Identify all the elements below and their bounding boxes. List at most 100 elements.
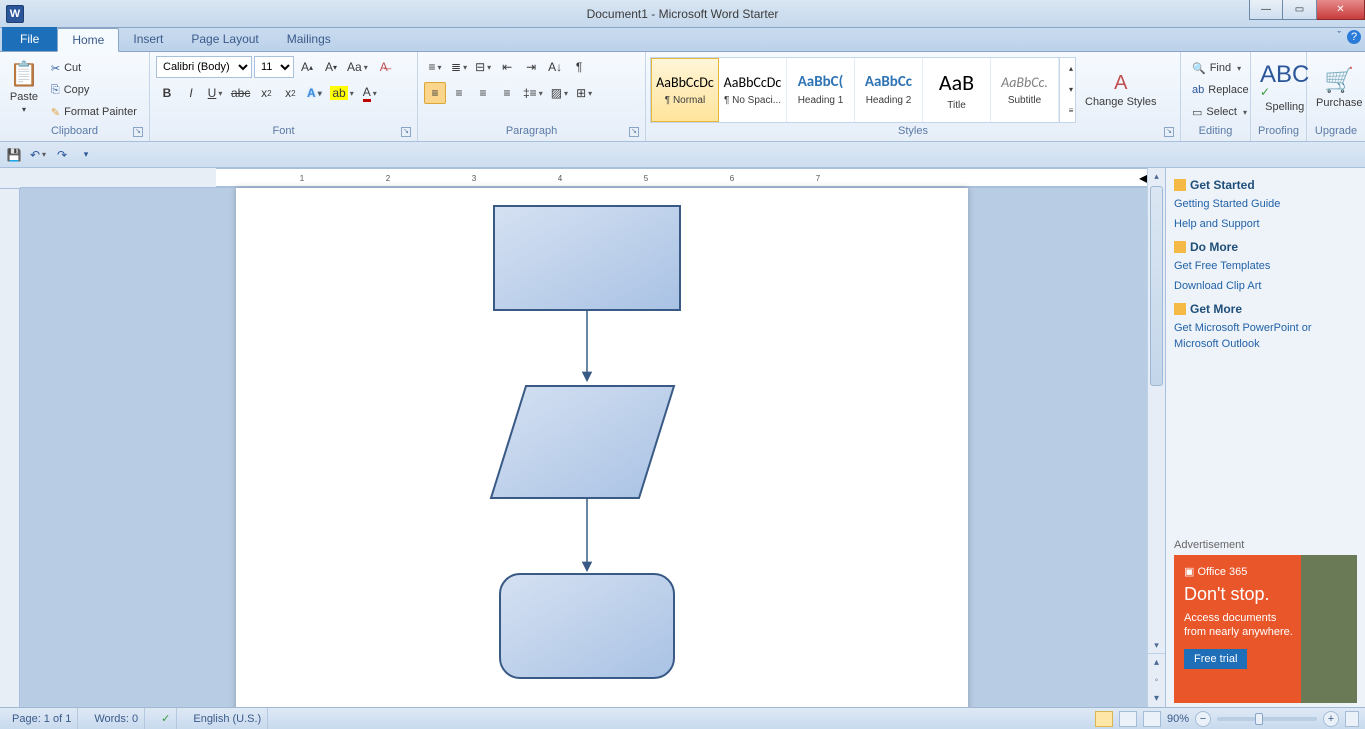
align-left-button[interactable]: ≡ — [424, 82, 446, 104]
scroll-up-arrow[interactable]: ▴ — [1148, 168, 1165, 184]
zoom-in-button[interactable]: + — [1323, 711, 1339, 727]
multilevel-list-button[interactable]: ⊟ — [472, 56, 494, 78]
zoom-out-button[interactable]: − — [1195, 711, 1211, 727]
paragraph-dialog-launcher[interactable]: ↘ — [629, 127, 639, 137]
style-subtitle[interactable]: AaBbCc.Subtitle — [991, 58, 1059, 122]
styles-more[interactable]: ≡ — [1060, 100, 1082, 121]
text-effects-button[interactable]: A — [303, 82, 325, 104]
zoom-fit-button[interactable] — [1345, 711, 1359, 727]
status-words[interactable]: Words: 0 — [88, 708, 145, 729]
styles-scroll-down[interactable]: ▾ — [1060, 79, 1082, 100]
subscript-button[interactable]: x2 — [255, 82, 277, 104]
line-spacing-button[interactable]: ‡≡ — [520, 82, 546, 104]
purchase-button[interactable]: 🛒 Purchase — [1311, 54, 1365, 120]
link-help-support[interactable]: Help and Support — [1174, 216, 1357, 232]
flowchart-data-shape[interactable] — [491, 386, 674, 498]
qat-customize-button[interactable]: ▾ — [76, 145, 96, 165]
help-icon[interactable]: ? — [1347, 30, 1361, 44]
numbering-button[interactable]: ≣ — [448, 56, 470, 78]
close-button[interactable]: ✕ — [1317, 0, 1365, 20]
shading-button[interactable]: ▨ — [548, 82, 571, 104]
sort-button[interactable]: A↓ — [544, 56, 566, 78]
align-right-button[interactable]: ≡ — [472, 82, 494, 104]
style-heading1[interactable]: AaBbC(Heading 1 — [787, 58, 855, 122]
paste-button[interactable]: 📋 Paste ▾ — [4, 54, 44, 120]
cut-button[interactable]: Cut — [46, 58, 142, 78]
style-normal[interactable]: AaBbCcDc¶ Normal — [651, 58, 719, 122]
italic-button[interactable]: I — [180, 82, 202, 104]
select-button[interactable]: ▭Select — [1187, 102, 1254, 122]
scroll-thumb[interactable] — [1150, 186, 1163, 386]
show-marks-button[interactable]: ¶ — [568, 56, 590, 78]
sidepane-toggle[interactable]: ◂ — [1139, 168, 1147, 188]
minimize-ribbon-icon[interactable]: ˇ — [1337, 30, 1341, 44]
style-title[interactable]: AaBTitle — [923, 58, 991, 122]
status-language[interactable]: English (U.S.) — [187, 708, 268, 729]
font-color-button[interactable]: A — [359, 82, 381, 104]
font-dialog-launcher[interactable]: ↘ — [401, 127, 411, 137]
justify-button[interactable]: ≡ — [496, 82, 518, 104]
zoom-slider[interactable] — [1217, 717, 1317, 721]
strikethrough-button[interactable]: abc — [228, 82, 253, 104]
next-page-button[interactable]: ▾ — [1148, 689, 1165, 707]
browse-object-button[interactable]: ◦ — [1148, 672, 1165, 690]
spelling-button[interactable]: ABC✓ Spelling — [1255, 54, 1314, 120]
tab-page-layout[interactable]: Page Layout — [177, 27, 272, 51]
zoom-level[interactable]: 90% — [1167, 713, 1189, 725]
status-page[interactable]: Page: 1 of 1 — [6, 708, 78, 729]
previous-page-button[interactable]: ▴ — [1148, 654, 1165, 672]
tab-mailings[interactable]: Mailings — [273, 27, 345, 51]
decrease-indent-button[interactable]: ⇤ — [496, 56, 518, 78]
minimize-button[interactable]: — — [1249, 0, 1283, 20]
shrink-font-button[interactable]: A▾ — [320, 56, 342, 78]
font-size-select[interactable]: 11 — [254, 56, 294, 78]
flowchart-terminator-shape[interactable] — [500, 574, 674, 678]
scroll-down-arrow[interactable]: ▾ — [1148, 637, 1165, 653]
qat-save-button[interactable]: 💾 — [4, 145, 24, 165]
document-area[interactable]: 1 2 3 4 5 6 7 — [20, 168, 1147, 707]
styles-scroll-up[interactable]: ▴ — [1060, 58, 1082, 79]
tab-insert[interactable]: Insert — [119, 27, 177, 51]
replace-button[interactable]: abReplace — [1187, 80, 1254, 100]
view-web-layout[interactable] — [1143, 711, 1161, 727]
view-full-screen[interactable] — [1119, 711, 1137, 727]
format-painter-button[interactable]: Format Painter — [46, 102, 142, 122]
change-styles-button[interactable]: A Change Styles — [1080, 57, 1162, 123]
ad-cta-button[interactable]: Free trial — [1184, 649, 1247, 669]
link-get-powerpoint-outlook[interactable]: Get Microsoft PowerPoint or Microsoft Ou… — [1174, 320, 1357, 352]
tab-home[interactable]: Home — [57, 28, 119, 52]
qat-undo-button[interactable]: ↶ — [28, 145, 48, 165]
qat-redo-button[interactable]: ↷ — [52, 145, 72, 165]
highlight-button[interactable]: ab — [327, 82, 356, 104]
copy-button[interactable]: Copy — [46, 80, 142, 100]
clear-formatting-button[interactable]: A̶ — [373, 56, 395, 78]
font-name-select[interactable]: Calibri (Body) — [156, 56, 252, 78]
style-no-spacing[interactable]: AaBbCcDc¶ No Spaci... — [719, 58, 787, 122]
increase-indent-button[interactable]: ⇥ — [520, 56, 542, 78]
find-button[interactable]: 🔍Find — [1187, 58, 1254, 78]
underline-button[interactable]: U — [204, 82, 226, 104]
flowchart-process-shape[interactable] — [494, 206, 680, 310]
zoom-slider-thumb[interactable] — [1255, 713, 1263, 725]
advertisement[interactable]: ▣ Office 365 Don't stop. Access document… — [1174, 555, 1357, 703]
link-free-templates[interactable]: Get Free Templates — [1174, 258, 1357, 274]
align-center-button[interactable]: ≡ — [448, 82, 470, 104]
bold-button[interactable]: B — [156, 82, 178, 104]
link-getting-started-guide[interactable]: Getting Started Guide — [1174, 196, 1357, 212]
change-case-button[interactable]: Aa — [344, 56, 371, 78]
style-heading2[interactable]: AaBbCcHeading 2 — [855, 58, 923, 122]
file-tab[interactable]: File — [2, 27, 57, 51]
view-print-layout[interactable] — [1095, 711, 1113, 727]
maximize-button[interactable]: ▭ — [1283, 0, 1317, 20]
borders-button[interactable]: ⊞ — [573, 82, 595, 104]
styles-dialog-launcher[interactable]: ↘ — [1164, 127, 1174, 137]
vertical-scrollbar[interactable]: ▴ ▾ ▴ ◦ ▾ — [1147, 168, 1165, 707]
status-proof[interactable]: ✓ — [155, 708, 177, 729]
superscript-button[interactable]: x2 — [279, 82, 301, 104]
styles-gallery[interactable]: AaBbCcDc¶ Normal AaBbCcDc¶ No Spaci... A… — [650, 57, 1076, 123]
bullets-button[interactable]: ≡ — [424, 56, 446, 78]
grow-font-button[interactable]: A▴ — [296, 56, 318, 78]
document-page[interactable] — [236, 188, 968, 707]
link-download-clipart[interactable]: Download Clip Art — [1174, 278, 1357, 294]
clipboard-dialog-launcher[interactable]: ↘ — [133, 127, 143, 137]
